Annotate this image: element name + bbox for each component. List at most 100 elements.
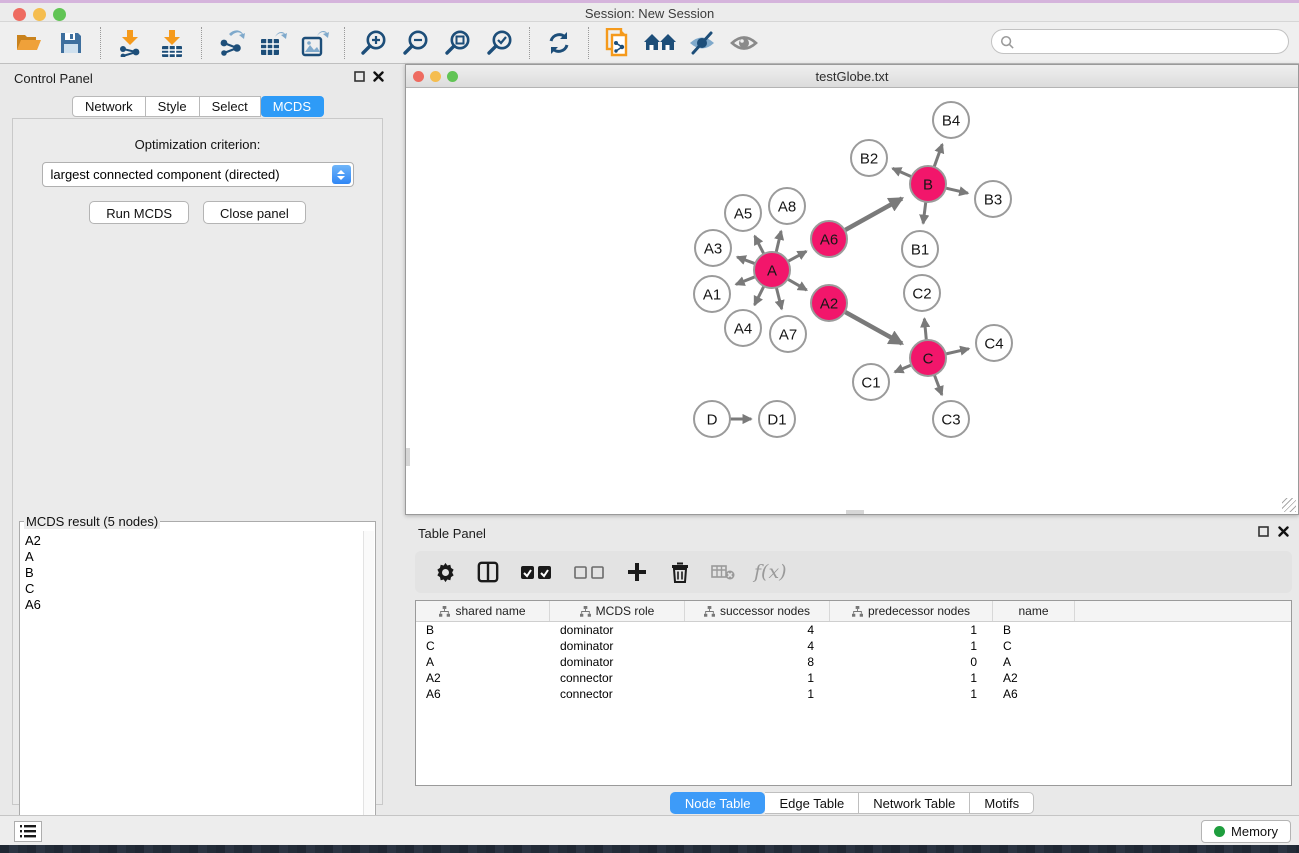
column-visibility-icon[interactable]: [476, 560, 500, 584]
zoom-out-icon[interactable]: [399, 26, 433, 60]
cell-name[interactable]: B: [993, 622, 1075, 638]
network-canvas[interactable]: B4B2BB3A8A5A6A3B1AC2A1A2A4A7C4CC1C3DD1: [406, 88, 1298, 514]
mcds-result-item[interactable]: B: [25, 565, 363, 581]
cell-successor-nodes[interactable]: 1: [685, 686, 830, 702]
zoom-fit-icon[interactable]: [441, 26, 475, 60]
graph-node-A6[interactable]: A6: [811, 221, 847, 257]
cell-shared-name[interactable]: B: [416, 622, 550, 638]
table-row[interactable]: Bdominator41B: [416, 622, 1291, 638]
network-graph[interactable]: B4B2BB3A8A5A6A3B1AC2A1A2A4A7C4CC1C3DD1: [406, 88, 1298, 514]
graph-edge-A-A6[interactable]: [788, 251, 807, 261]
open-file-icon[interactable]: [12, 26, 46, 60]
graph-node-A1[interactable]: A1: [694, 276, 730, 312]
graph-node-B3[interactable]: B3: [975, 181, 1011, 217]
graph-node-A5[interactable]: A5: [725, 195, 761, 231]
column-header-name[interactable]: name: [993, 601, 1075, 621]
tab-motifs[interactable]: Motifs: [970, 792, 1034, 814]
first-neighbors-icon[interactable]: [601, 26, 635, 60]
graph-edge-B-B4[interactable]: [934, 144, 942, 167]
network-window-titlebar[interactable]: testGlobe.txt: [406, 65, 1298, 88]
graph-edge-C-C4[interactable]: [946, 349, 969, 354]
add-column-icon[interactable]: [625, 560, 649, 584]
cell-shared-name[interactable]: A: [416, 654, 550, 670]
table-row[interactable]: Adominator80A: [416, 654, 1291, 670]
home-icon[interactable]: [643, 26, 677, 60]
tab-network[interactable]: Network: [72, 96, 146, 117]
cell-name[interactable]: A2: [993, 670, 1075, 686]
cell-MCDS-role[interactable]: connector: [550, 670, 685, 686]
save-session-icon[interactable]: [54, 26, 88, 60]
mcds-result-item[interactable]: C: [25, 581, 363, 597]
cell-name[interactable]: A: [993, 654, 1075, 670]
float-table-panel-icon[interactable]: [1258, 526, 1269, 537]
graph-edge-A-A4[interactable]: [755, 286, 764, 305]
cell-predecessor-nodes[interactable]: 1: [830, 686, 993, 702]
graph-node-C1[interactable]: C1: [853, 364, 889, 400]
export-image-icon[interactable]: [298, 26, 332, 60]
cell-MCDS-role[interactable]: dominator: [550, 654, 685, 670]
criterion-select[interactable]: largest connected component (directed): [42, 162, 354, 187]
node-table[interactable]: shared nameMCDS rolesuccessor nodesprede…: [415, 600, 1292, 786]
cell-MCDS-role[interactable]: dominator: [550, 622, 685, 638]
graph-edge-A-A7[interactable]: [776, 287, 781, 309]
cell-predecessor-nodes[interactable]: 1: [830, 638, 993, 654]
run-mcds-button[interactable]: Run MCDS: [89, 201, 189, 224]
cell-predecessor-nodes[interactable]: 1: [830, 670, 993, 686]
tab-select[interactable]: Select: [200, 96, 261, 117]
column-header-successor-nodes[interactable]: successor nodes: [685, 601, 830, 621]
graph-edge-A-A2[interactable]: [788, 279, 807, 290]
zoom-in-icon[interactable]: [357, 26, 391, 60]
hide-selected-icon[interactable]: [685, 26, 719, 60]
graph-edge-C-C1[interactable]: [895, 365, 912, 372]
graph-edge-B-B2[interactable]: [893, 168, 912, 176]
graph-node-A4[interactable]: A4: [725, 310, 761, 346]
graph-node-A3[interactable]: A3: [695, 230, 731, 266]
graph-node-A7[interactable]: A7: [770, 316, 806, 352]
task-history-button[interactable]: [14, 821, 42, 842]
cell-shared-name[interactable]: A6: [416, 686, 550, 702]
close-table-panel-icon[interactable]: [1278, 526, 1289, 537]
column-header-shared-name[interactable]: shared name: [416, 601, 550, 621]
cell-predecessor-nodes[interactable]: 0: [830, 654, 993, 670]
tab-node-table[interactable]: Node Table: [670, 792, 766, 814]
select-all-rows-icon[interactable]: [519, 560, 553, 584]
graph-node-D[interactable]: D: [694, 401, 730, 437]
memory-button[interactable]: Memory: [1201, 820, 1291, 843]
tab-style[interactable]: Style: [146, 96, 200, 117]
window-resize-grip[interactable]: [1282, 498, 1296, 512]
delete-column-icon[interactable]: [668, 560, 692, 584]
mcds-result-item[interactable]: A2: [25, 533, 363, 549]
search-input[interactable]: [1014, 32, 1288, 52]
search-field[interactable]: [991, 29, 1289, 54]
graph-node-C4[interactable]: C4: [976, 325, 1012, 361]
graph-edge-B-B3[interactable]: [946, 188, 968, 193]
graph-edge-C-C3[interactable]: [934, 375, 942, 395]
cell-predecessor-nodes[interactable]: 1: [830, 622, 993, 638]
table-row[interactable]: A6connector11A6: [416, 686, 1291, 702]
column-header-MCDS-role[interactable]: MCDS role: [550, 601, 685, 621]
graph-node-A[interactable]: A: [754, 252, 790, 288]
float-panel-icon[interactable]: [354, 71, 365, 82]
cell-shared-name[interactable]: C: [416, 638, 550, 654]
graph-node-B4[interactable]: B4: [933, 102, 969, 138]
mcds-result-item[interactable]: A6: [25, 597, 363, 613]
show-all-icon[interactable]: [727, 26, 761, 60]
cell-successor-nodes[interactable]: 4: [685, 622, 830, 638]
import-network-icon[interactable]: [113, 26, 147, 60]
cell-name[interactable]: C: [993, 638, 1075, 654]
graph-node-A2[interactable]: A2: [811, 285, 847, 321]
graph-edge-A-A1[interactable]: [736, 277, 755, 285]
table-settings-icon[interactable]: [433, 560, 457, 584]
import-table-icon[interactable]: [155, 26, 189, 60]
graph-node-C[interactable]: C: [910, 340, 946, 376]
close-panel-icon[interactable]: [373, 71, 384, 82]
graph-edge-A-A3[interactable]: [737, 257, 755, 264]
cell-MCDS-role[interactable]: connector: [550, 686, 685, 702]
cell-name[interactable]: A6: [993, 686, 1075, 702]
export-network-icon[interactable]: [214, 26, 248, 60]
function-builder-icon[interactable]: f(x): [754, 561, 787, 583]
graph-node-C3[interactable]: C3: [933, 401, 969, 437]
zoom-selected-icon[interactable]: [483, 26, 517, 60]
tab-mcds[interactable]: MCDS: [261, 96, 324, 117]
tab-network-table[interactable]: Network Table: [859, 792, 970, 814]
